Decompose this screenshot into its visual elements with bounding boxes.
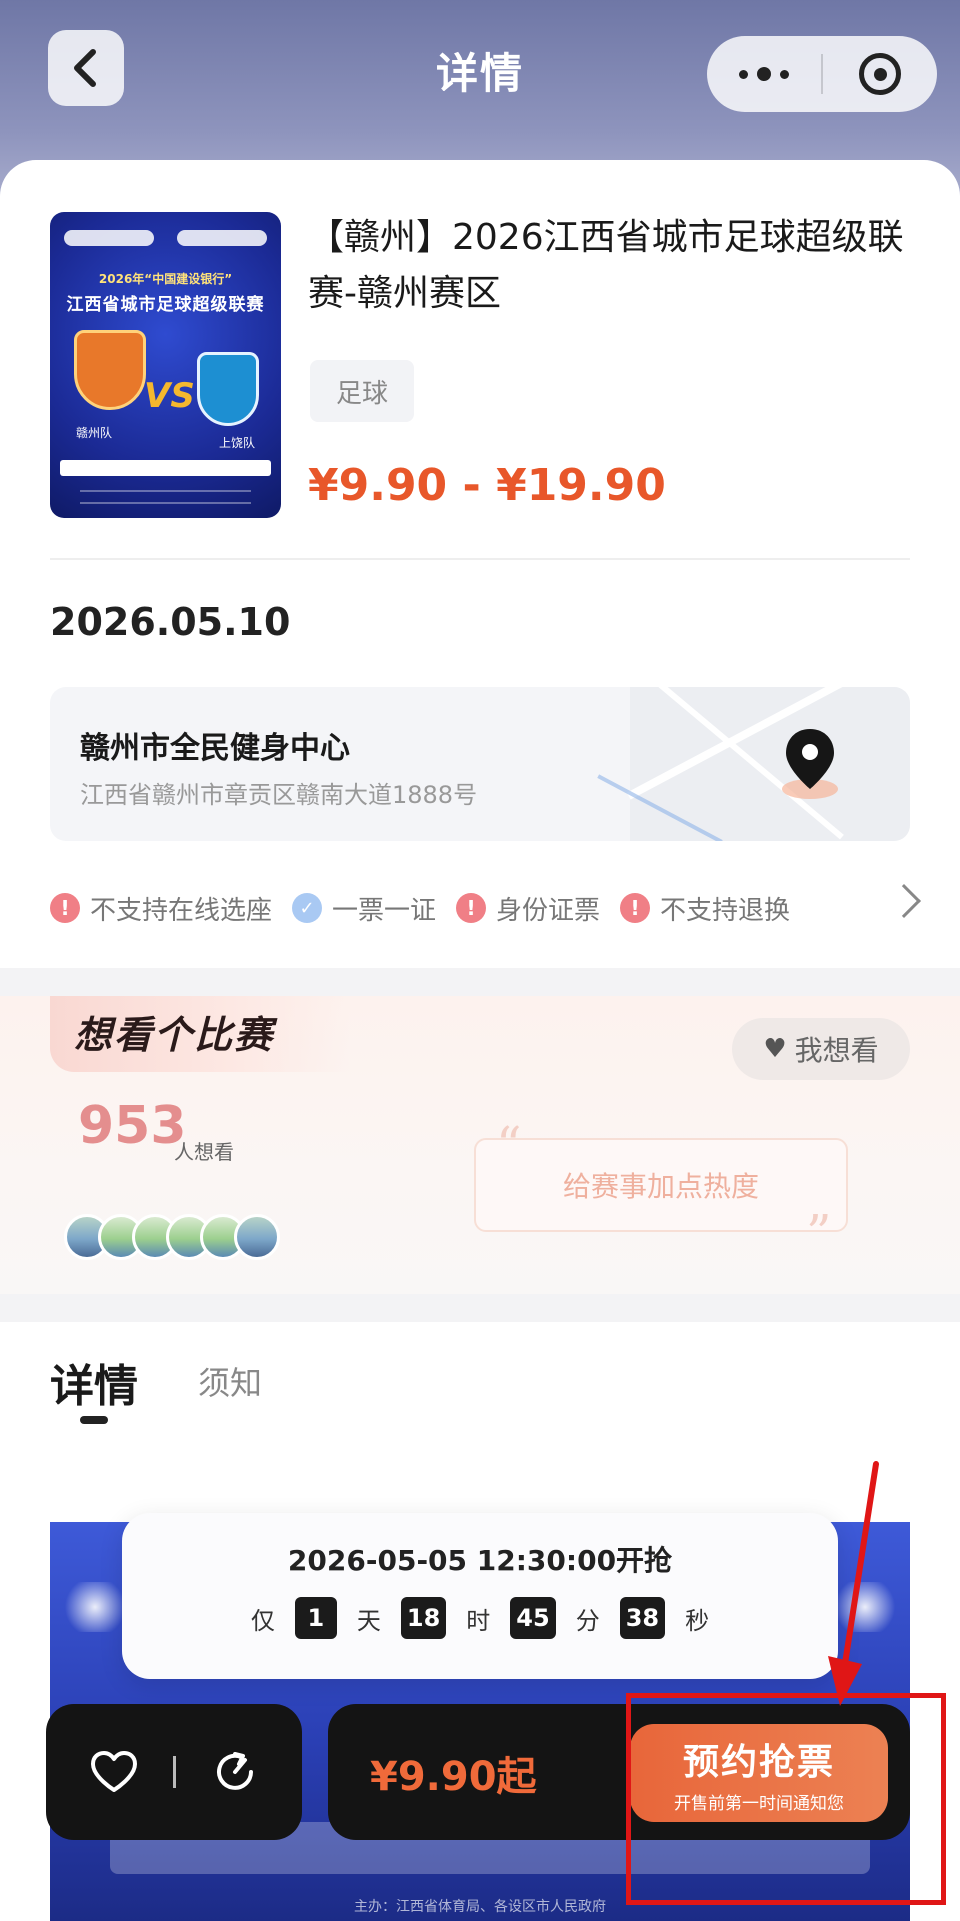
sale-countdown: 2026-05-05 12:30:00开抢 仅 1 天 18 时 45 分 38… [122, 1513, 838, 1679]
warning-icon: ! [456, 893, 487, 923]
notice-label: 不支持退换 [660, 895, 791, 926]
from-price: ¥9.90起 [370, 1754, 537, 1800]
sponsor-logos [64, 230, 267, 252]
venue-address: 江西省赣州市章贡区赣南大道1888号 [80, 781, 478, 809]
event-date: 2026.05.10 [50, 600, 291, 644]
countdown-prefix: 仅 [250, 1606, 275, 1635]
tab-notice[interactable]: 须知 [198, 1358, 262, 1404]
sponsor-logo-right [177, 230, 267, 246]
share-icon[interactable] [211, 1748, 259, 1796]
team-badge-right-icon [197, 352, 259, 426]
sponsor-logo-left [64, 230, 154, 246]
notice-label: 身份证票 [496, 895, 601, 926]
vs-label: VS [144, 376, 195, 416]
close-mini-program-button[interactable] [823, 53, 937, 95]
avatar [234, 1214, 280, 1260]
notice-item: ! 身份证票 [456, 890, 600, 927]
target-icon [859, 53, 901, 95]
countdown-seconds-unit: 秒 [685, 1606, 710, 1635]
add-heat-box[interactable]: 给赛事加点热度 [474, 1138, 848, 1232]
ticket-notices[interactable]: ! 不支持在线选座 ✓ 一票一证 ! 身份证票 ! 不支持退换 [50, 884, 921, 931]
add-heat-label: 给赛事加点热度 [562, 1170, 759, 1203]
bottom-left-actions [46, 1704, 302, 1840]
more-dot-right [780, 69, 789, 79]
highlight-box [626, 1693, 946, 1905]
quote-close-icon: ” [806, 1204, 832, 1262]
notice-item: ✓ 一票一证 [292, 890, 436, 927]
divider [50, 558, 910, 560]
countdown-seconds: 38 [619, 1597, 666, 1639]
active-tab-indicator [80, 1416, 108, 1424]
event-title: 【赣州】2026江西省城市足球超级联赛-赣州赛区 [308, 217, 904, 314]
want-count-unit: 人想看 [174, 1140, 234, 1164]
sale-start-time: 2026-05-05 12:30:00开抢 [287, 1544, 673, 1577]
map-thumbnail [597, 687, 910, 841]
more-dot-center [757, 67, 771, 81]
more-button[interactable] [707, 67, 821, 81]
notice-item: ! 不支持在线选座 [50, 890, 272, 927]
countdown-hours-unit: 时 [466, 1606, 491, 1635]
warning-icon: ! [50, 893, 80, 923]
heart-outline-icon[interactable] [89, 1750, 139, 1794]
event-poster[interactable]: 2026年“中国建设银行” 江西省城市足球超级联赛 VS 赣州队 上饶队 [50, 212, 281, 518]
check-icon: ✓ [292, 893, 323, 923]
poster-title: 江西省城市足球超级联赛 [66, 295, 265, 315]
team-left-label: 赣州队 [76, 426, 113, 440]
countdown-hours: 18 [400, 1597, 447, 1639]
bar-divider [173, 1756, 177, 1788]
venue-card[interactable]: 赣州市全民健身中心 江西省赣州市章贡区赣南大道1888号 [50, 687, 910, 841]
category-tag: 足球 [310, 360, 414, 422]
countdown-minutes: 45 [510, 1597, 556, 1639]
want-title: 想看个比赛 [74, 1013, 275, 1057]
mini-program-capsule [707, 36, 937, 112]
want-to-watch-section: 想看个比赛 ♥ 我想看 953 人想看 给赛事加点热度 “ ” [0, 996, 960, 1294]
map-pin-icon [782, 729, 838, 799]
heart-icon: ♥ [763, 1034, 787, 1064]
chevron-right-icon[interactable] [887, 884, 921, 918]
venue-name: 赣州市全民健身中心 [80, 731, 350, 766]
tab-detail[interactable]: 详情 [50, 1350, 138, 1414]
poster-fine-print [80, 490, 251, 504]
stadium-light-icon [60, 1582, 130, 1632]
poster-info-strip [60, 460, 271, 476]
event-info-card: 2026年“中国建设银行” 江西省城市足球超级联赛 VS 赣州队 上饶队 【赣州… [0, 160, 960, 968]
poster-subtitle: 2026年“中国建设银行” [98, 272, 233, 286]
want-to-watch-label: 我想看 [794, 1034, 879, 1067]
countdown-days-unit: 天 [356, 1606, 381, 1635]
price-range: ¥9.90 - ¥19.90 [308, 460, 666, 511]
notice-item: ! 不支持退换 [620, 890, 790, 927]
countdown-minutes-unit: 分 [575, 1606, 600, 1635]
annotation-arrow-icon [828, 1461, 879, 1706]
countdown-days: 1 [294, 1597, 337, 1639]
warning-icon: ! [620, 893, 651, 923]
want-to-watch-button[interactable]: ♥ 我想看 [732, 1018, 910, 1080]
team-badge-left-icon [74, 330, 146, 410]
countdown-row: 仅 1 天 18 时 45 分 38 秒 [122, 1597, 838, 1639]
notice-label: 不支持在线选座 [90, 895, 273, 926]
quote-open-icon: “ [496, 1116, 522, 1174]
want-count: 953 [78, 1096, 187, 1156]
team-right-label: 上饶队 [218, 436, 255, 450]
more-dots-icon [739, 69, 748, 79]
avatar-group [64, 1214, 280, 1264]
notice-label: 一票一证 [332, 895, 437, 926]
